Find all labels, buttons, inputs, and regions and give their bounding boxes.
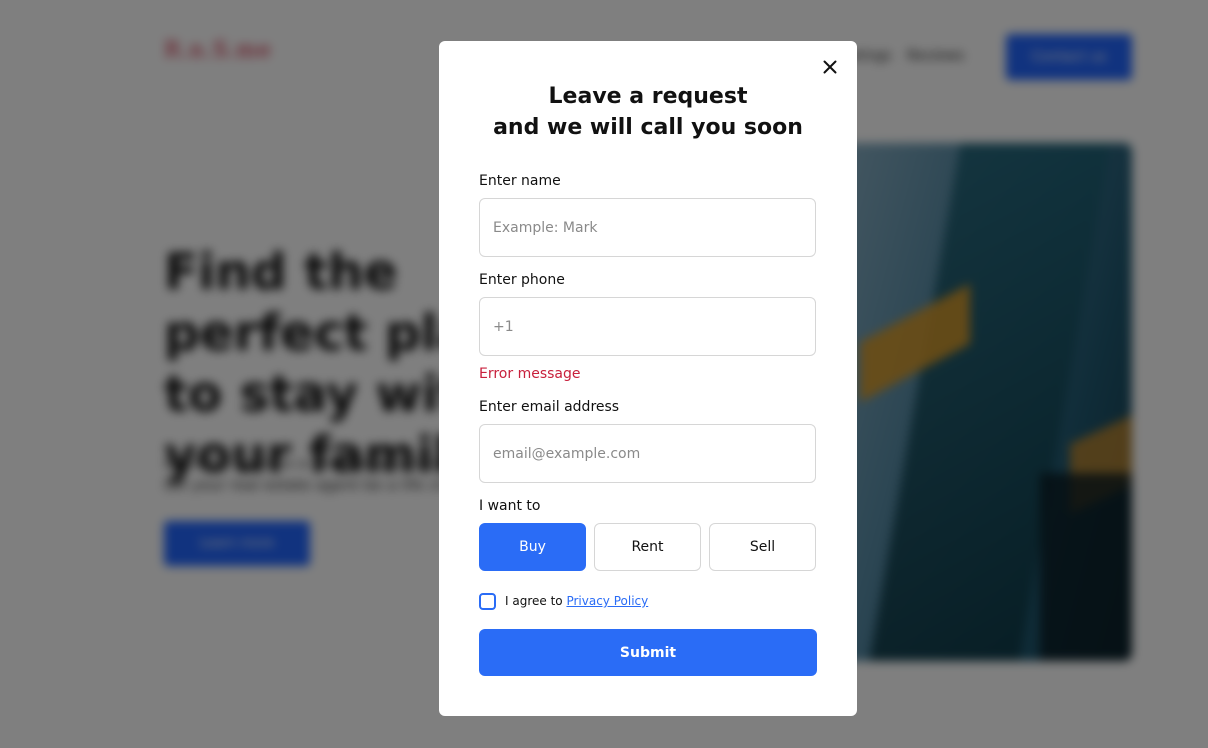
name-label: Enter name <box>479 173 561 189</box>
privacy-agree-label: I agree to <box>505 594 563 608</box>
intent-options: Buy Rent Sell <box>479 523 816 571</box>
privacy-policy-link[interactable]: Privacy Policy <box>566 594 648 608</box>
phone-label: Enter phone <box>479 272 565 288</box>
email-label: Enter email address <box>479 399 620 415</box>
submit-button[interactable]: Submit <box>479 629 817 676</box>
privacy-agree-checkbox[interactable] <box>479 592 496 610</box>
privacy-agree-row: I agree to Privacy Policy <box>479 592 648 610</box>
name-input[interactable] <box>479 198 816 257</box>
intent-rent-button[interactable]: Rent <box>594 523 701 571</box>
intent-buy-button[interactable]: Buy <box>479 523 586 571</box>
close-button[interactable] <box>820 57 840 77</box>
modal-title-line-1: Leave a request <box>548 84 748 109</box>
privacy-agree-text: I agree to Privacy Policy <box>505 594 648 608</box>
modal-title: Leave a request and we will call you soo… <box>439 81 857 143</box>
email-input[interactable] <box>479 424 816 483</box>
request-modal: Leave a request and we will call you soo… <box>439 41 857 716</box>
close-icon <box>823 60 837 74</box>
intent-sell-button[interactable]: Sell <box>709 523 816 571</box>
modal-title-line-2: and we will call you soon <box>493 115 803 140</box>
phone-input[interactable] <box>479 297 816 356</box>
intent-label: I want to <box>479 498 541 514</box>
phone-error-message: Error message <box>479 366 581 382</box>
